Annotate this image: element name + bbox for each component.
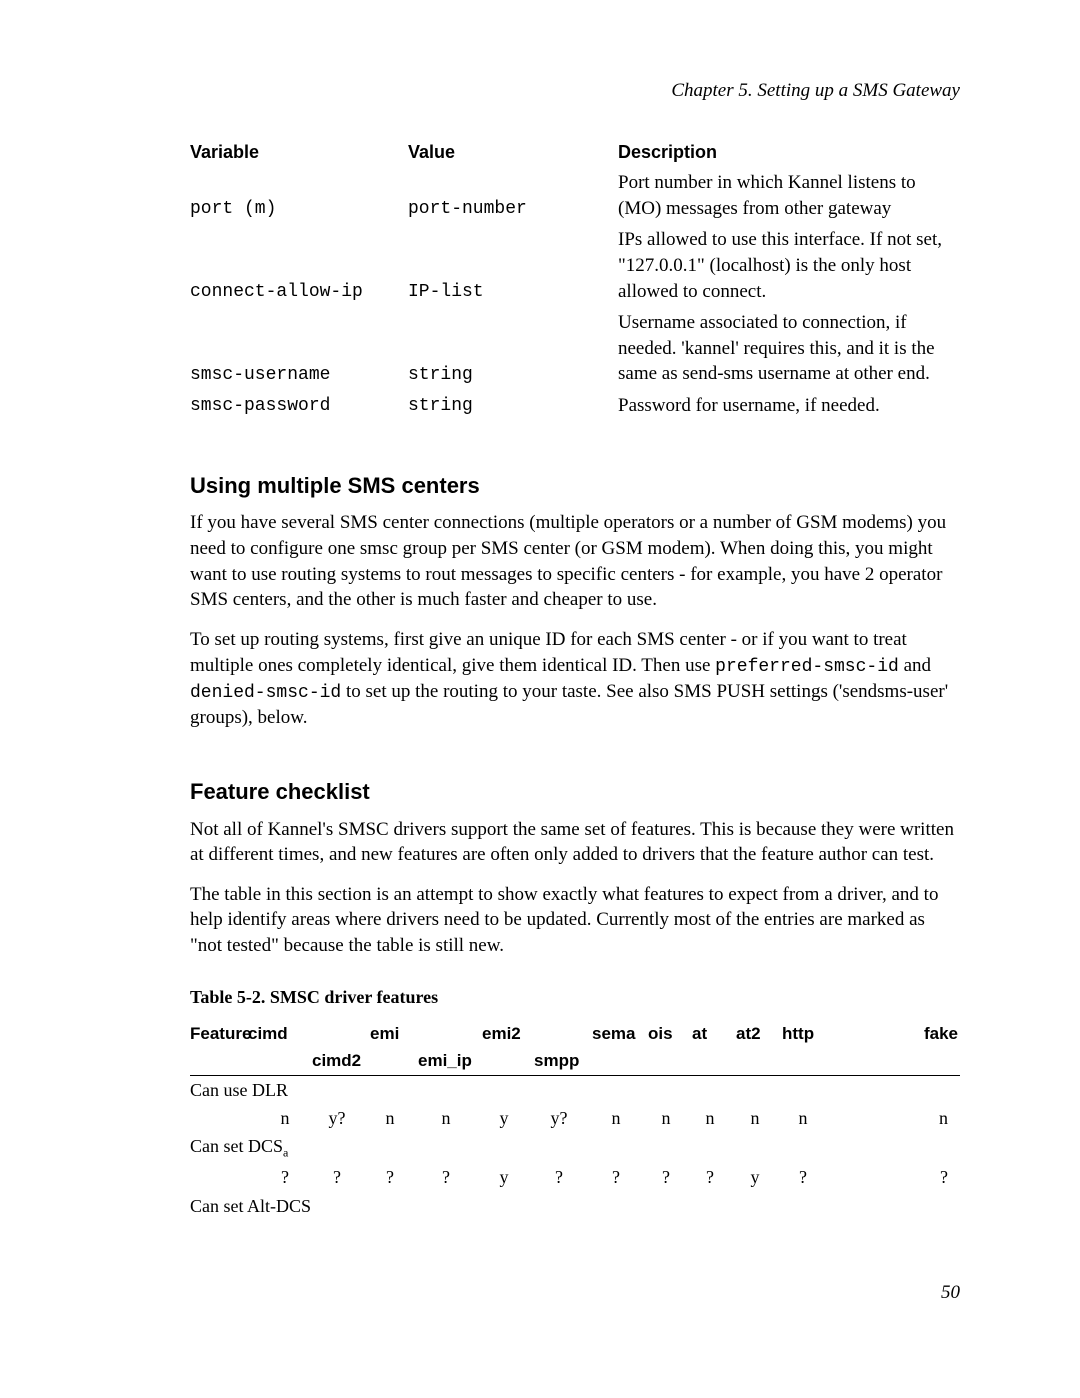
cell: ? bbox=[308, 1163, 366, 1191]
value-cell: string bbox=[408, 310, 618, 393]
text: and bbox=[899, 655, 931, 676]
cell: y? bbox=[530, 1104, 588, 1132]
feature-row: Can use DLR bbox=[190, 1076, 960, 1104]
cell: ? bbox=[588, 1163, 644, 1191]
section2-para2: The table in this section is an attempt … bbox=[190, 882, 960, 959]
col-emi-ip: emi_ip bbox=[414, 1048, 478, 1075]
chapter-header: Chapter 5. Setting up a SMS Gateway bbox=[190, 78, 960, 104]
cell: n bbox=[732, 1104, 778, 1132]
col-cimd: cimd bbox=[248, 1023, 288, 1046]
smsc-features-table: Featurecimd emi emi2 sema ois at at2 htt… bbox=[190, 1021, 960, 1220]
col-variable: Variable bbox=[190, 140, 408, 170]
section-feature-checklist-heading: Feature checklist bbox=[190, 777, 960, 807]
desc-cell: IPs allowed to use this interface. If no… bbox=[618, 227, 960, 310]
col-value: Value bbox=[408, 140, 618, 170]
defs-row: port (m) port-number Port number in whic… bbox=[190, 170, 960, 227]
cell: y bbox=[478, 1104, 530, 1132]
cell: ? bbox=[414, 1163, 478, 1191]
cell: n bbox=[588, 1104, 644, 1132]
section-using-multiple-heading: Using multiple SMS centers bbox=[190, 471, 960, 501]
variable-cell: connect-allow-ip bbox=[190, 227, 408, 310]
defs-row: smsc-password string Password for userna… bbox=[190, 393, 960, 425]
cell: n bbox=[262, 1104, 308, 1132]
col-emi2: emi2 bbox=[478, 1021, 530, 1048]
page-number: 50 bbox=[190, 1280, 960, 1306]
col-emi: emi bbox=[366, 1021, 414, 1048]
cell: n bbox=[644, 1104, 688, 1132]
cell: n bbox=[414, 1104, 478, 1132]
feature-values-row: ? ? ? ? y ? ? ? ? y ? ? bbox=[190, 1163, 960, 1191]
feature-row: Can set Alt-DCS bbox=[190, 1192, 960, 1220]
variable-defs-table: Variable Value Description port (m) port… bbox=[190, 140, 960, 425]
col-at: at bbox=[688, 1021, 732, 1048]
section1-para1: If you have several SMS center connectio… bbox=[190, 510, 960, 613]
variable-cell: smsc-username bbox=[190, 310, 408, 393]
cell: ? bbox=[530, 1163, 588, 1191]
col-ois: ois bbox=[644, 1021, 688, 1048]
cell: y bbox=[478, 1163, 530, 1191]
feature-name: Can set Alt-DCS bbox=[190, 1192, 960, 1220]
feature-name: Can use DLR bbox=[190, 1076, 960, 1104]
cell: y? bbox=[308, 1104, 366, 1132]
desc-cell: Username associated to connection, if ne… bbox=[618, 310, 960, 393]
section2-para1: Not all of Kannel's SMSC drivers support… bbox=[190, 817, 960, 868]
cell: ? bbox=[828, 1163, 960, 1191]
value-cell: IP-list bbox=[408, 227, 618, 310]
col-sema: sema bbox=[588, 1021, 644, 1048]
col-fake: fake bbox=[828, 1021, 960, 1048]
table-5-2-caption: Table 5-2. SMSC driver features bbox=[190, 985, 960, 1009]
variable-cell: smsc-password bbox=[190, 393, 408, 425]
col-cimd2: cimd2 bbox=[308, 1048, 366, 1075]
variable-cell: port (m) bbox=[190, 170, 408, 227]
desc-cell: Password for username, if needed. bbox=[618, 393, 960, 425]
value-cell: string bbox=[408, 393, 618, 425]
cell: ? bbox=[778, 1163, 828, 1191]
cell: ? bbox=[262, 1163, 308, 1191]
feature-name: Can set DCSa bbox=[190, 1132, 960, 1163]
feature-values-row: n y? n n y y? n n n n n n bbox=[190, 1104, 960, 1132]
feature-row: Can set DCSa bbox=[190, 1132, 960, 1163]
code-denied-smsc-id: denied-smsc-id bbox=[190, 683, 341, 703]
cell: n bbox=[778, 1104, 828, 1132]
col-feature: Feature bbox=[190, 1024, 251, 1043]
cell: y bbox=[732, 1163, 778, 1191]
desc-cell: Port number in which Kannel listens to (… bbox=[618, 170, 960, 227]
cell: n bbox=[688, 1104, 732, 1132]
col-smpp: smpp bbox=[530, 1048, 588, 1075]
cell: n bbox=[366, 1104, 414, 1132]
defs-row: smsc-username string Username associated… bbox=[190, 310, 960, 393]
code-preferred-smsc-id: preferred-smsc-id bbox=[715, 657, 899, 677]
cell: ? bbox=[644, 1163, 688, 1191]
col-description: Description bbox=[618, 140, 960, 170]
cell: ? bbox=[366, 1163, 414, 1191]
defs-row: connect-allow-ip IP-list IPs allowed to … bbox=[190, 227, 960, 310]
col-at2: at2 bbox=[732, 1021, 778, 1048]
cell: ? bbox=[688, 1163, 732, 1191]
section1-para2: To set up routing systems, first give an… bbox=[190, 627, 960, 731]
col-http: http bbox=[778, 1021, 828, 1048]
value-cell: port-number bbox=[408, 170, 618, 227]
cell: n bbox=[828, 1104, 960, 1132]
